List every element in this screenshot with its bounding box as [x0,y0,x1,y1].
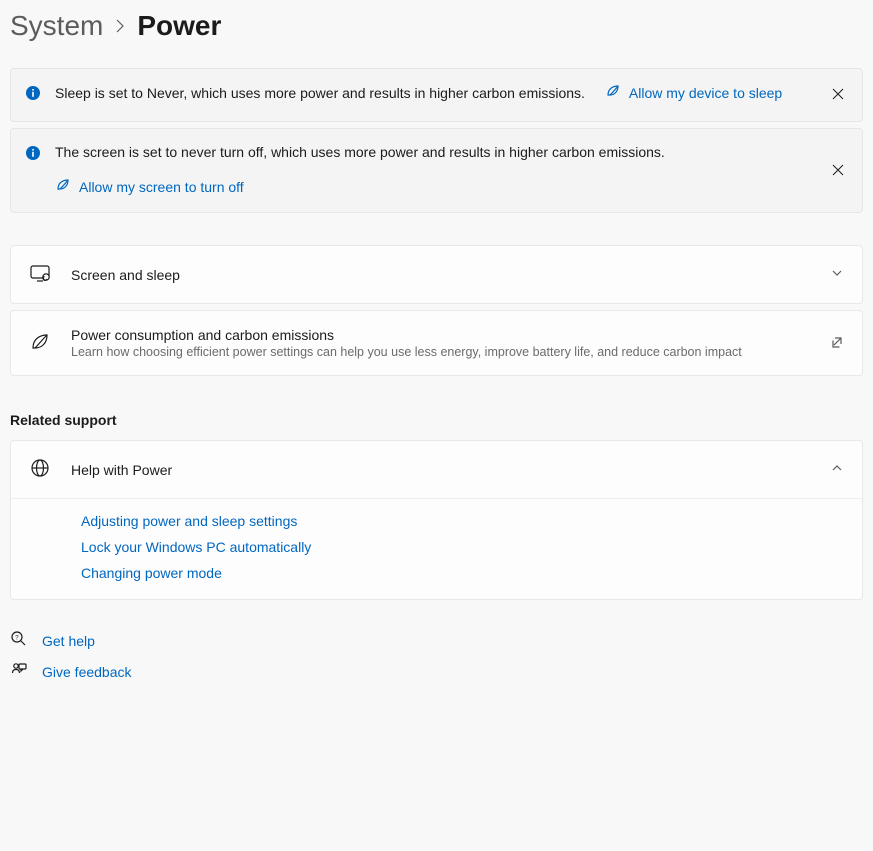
screen-and-sleep-title: Screen and sleep [71,267,810,283]
info-banner-sleep: Sleep is set to Never, which uses more p… [10,68,863,122]
breadcrumb: System Power [10,10,863,42]
open-external-icon [830,335,844,352]
give-feedback-link[interactable]: Give feedback [10,661,863,682]
give-feedback-label: Give feedback [42,664,132,680]
allow-sleep-link[interactable]: Allow my device to sleep [605,83,782,105]
screen-and-sleep-card[interactable]: Screen and sleep [10,245,863,304]
chevron-right-icon [115,19,125,33]
power-consumption-subtitle: Learn how choosing efficient power setti… [71,345,810,359]
help-links-list: Adjusting power and sleep settings Lock … [11,498,862,599]
svg-text:?: ? [15,636,19,642]
info-icon [25,85,41,104]
close-icon[interactable] [828,83,848,107]
chevron-down-icon [830,266,844,283]
help-icon: ? [10,630,28,651]
globe-icon [29,457,51,482]
related-support-heading: Related support [10,412,863,428]
power-consumption-title: Power consumption and carbon emissions [71,327,810,343]
leaf-icon [605,83,621,105]
footer-links: ? Get help Give feedback [10,630,863,682]
allow-sleep-label: Allow my device to sleep [629,84,782,104]
page-title: Power [137,10,221,42]
banner-message: The screen is set to never turn off, whi… [55,143,814,163]
help-link-mode[interactable]: Changing power mode [81,565,844,581]
info-banner-screen: The screen is set to never turn off, whi… [10,128,863,213]
allow-screen-off-label: Allow my screen to turn off [79,178,244,198]
monitor-icon [29,262,51,287]
help-with-power-header[interactable]: Help with Power [11,441,862,498]
power-consumption-card[interactable]: Power consumption and carbon emissions L… [10,310,863,376]
help-with-power-card: Help with Power Adjusting power and slee… [10,440,863,600]
help-link-adjusting[interactable]: Adjusting power and sleep settings [81,513,844,529]
leaf-icon [55,177,71,199]
get-help-link[interactable]: ? Get help [10,630,863,651]
help-link-lock[interactable]: Lock your Windows PC automatically [81,539,844,555]
chevron-up-icon [830,461,844,478]
allow-screen-off-link[interactable]: Allow my screen to turn off [55,177,244,199]
feedback-icon [10,661,28,682]
close-icon[interactable] [828,159,848,183]
breadcrumb-parent[interactable]: System [10,10,103,42]
leaf-icon [29,331,51,356]
banner-message: Sleep is set to Never, which uses more p… [55,84,585,104]
help-with-power-title: Help with Power [71,462,810,478]
info-icon [25,145,41,164]
get-help-label: Get help [42,633,95,649]
